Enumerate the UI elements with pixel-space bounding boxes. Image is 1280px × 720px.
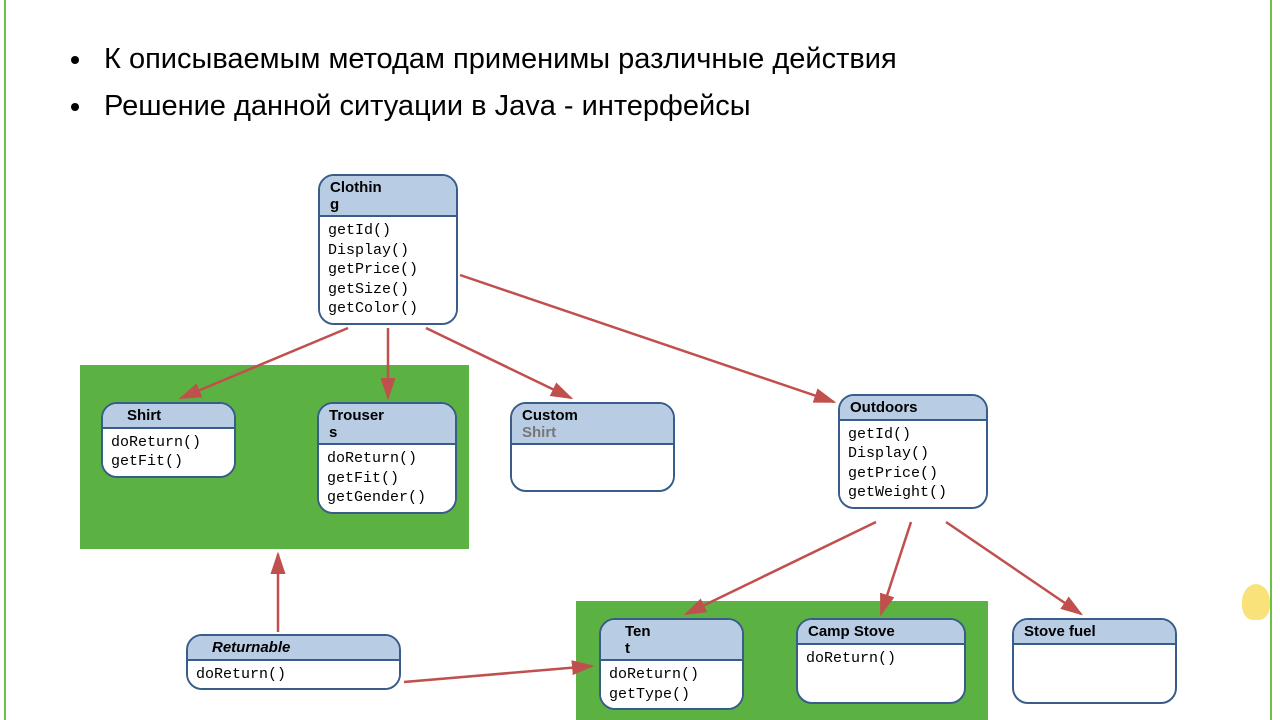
class-name-text: Stove fuel — [1024, 623, 1096, 640]
class-name-wrap: g — [330, 197, 446, 214]
class-name-text: Returnable — [212, 639, 290, 656]
class-name-text: Outdoors — [850, 399, 918, 416]
class-name-text: Ten — [625, 623, 651, 640]
method: getWeight() — [848, 483, 978, 503]
class-body: doReturn() — [188, 659, 399, 689]
method: getType() — [609, 685, 734, 705]
bullet-item: К описываемым методам применимы различны… — [94, 39, 897, 80]
method: getFit() — [327, 469, 447, 489]
method: getPrice() — [328, 260, 448, 280]
class-body: doReturn() getFit() getGender() — [319, 443, 455, 512]
class-name-text: Clothin — [330, 179, 382, 196]
class-title: Outdoors — [840, 396, 986, 419]
method: getColor() — [328, 299, 448, 319]
class-name-wrap: t — [625, 641, 732, 658]
method: getGender() — [327, 488, 447, 508]
interface-returnable: Returnable doReturn() — [186, 634, 401, 690]
class-body: doReturn() getType() — [601, 659, 742, 708]
class-name-text: Shirt — [127, 407, 161, 424]
class-title: Ten t — [601, 620, 742, 659]
class-name-wrap: s — [329, 425, 445, 442]
class-body — [1014, 643, 1175, 683]
class-body: doReturn() — [798, 643, 964, 673]
hand-cursor-icon — [1242, 584, 1270, 620]
class-body: doReturn() getFit() — [103, 427, 234, 476]
class-title: Custom Shirt — [512, 404, 673, 443]
class-name-text: Camp Stove — [808, 623, 895, 640]
class-title: Returnable — [188, 636, 399, 659]
method: getId() — [328, 221, 448, 241]
class-name-text: Custom — [522, 407, 578, 424]
method: doReturn() — [111, 433, 226, 453]
class-title: Shirt — [103, 404, 234, 427]
class-title: Camp Stove — [798, 620, 964, 643]
class-stove-fuel: Stove fuel — [1012, 618, 1177, 704]
slide-frame: К описываемым методам применимы различны… — [4, 0, 1272, 720]
class-body: getId() Display() getPrice() getWeight() — [840, 419, 986, 507]
method: getSize() — [328, 280, 448, 300]
class-trousers: Trouser s doReturn() getFit() getGender(… — [317, 402, 457, 514]
class-shirt: Shirt doReturn() getFit() — [101, 402, 236, 478]
method: Display() — [328, 241, 448, 261]
class-title: Trouser s — [319, 404, 455, 443]
class-title: Stove fuel — [1014, 620, 1175, 643]
method: getFit() — [111, 452, 226, 472]
class-tent: Ten t doReturn() getType() — [599, 618, 744, 710]
class-custom-shirt: Custom Shirt — [510, 402, 675, 492]
class-name-wrap: Shirt — [522, 425, 663, 442]
method: getPrice() — [848, 464, 978, 484]
class-title: Clothin g — [320, 176, 456, 215]
class-name-text: Trouser — [329, 407, 384, 424]
class-camp-stove: Camp Stove doReturn() — [796, 618, 966, 704]
method: getId() — [848, 425, 978, 445]
bullet-item: Решение данной ситуации в Java - интерфе… — [94, 86, 897, 127]
class-body: getId() Display() getPrice() getSize() g… — [320, 215, 456, 323]
method: doReturn() — [806, 649, 956, 669]
class-clothing: Clothin g getId() Display() getPrice() g… — [318, 174, 458, 325]
class-body — [512, 443, 673, 483]
method: doReturn() — [609, 665, 734, 685]
method: doReturn() — [196, 665, 391, 685]
class-outdoors: Outdoors getId() Display() getPrice() ge… — [838, 394, 988, 509]
method: Display() — [848, 444, 978, 464]
method: doReturn() — [327, 449, 447, 469]
bullet-list: К описываемым методам применимы различны… — [54, 39, 897, 132]
